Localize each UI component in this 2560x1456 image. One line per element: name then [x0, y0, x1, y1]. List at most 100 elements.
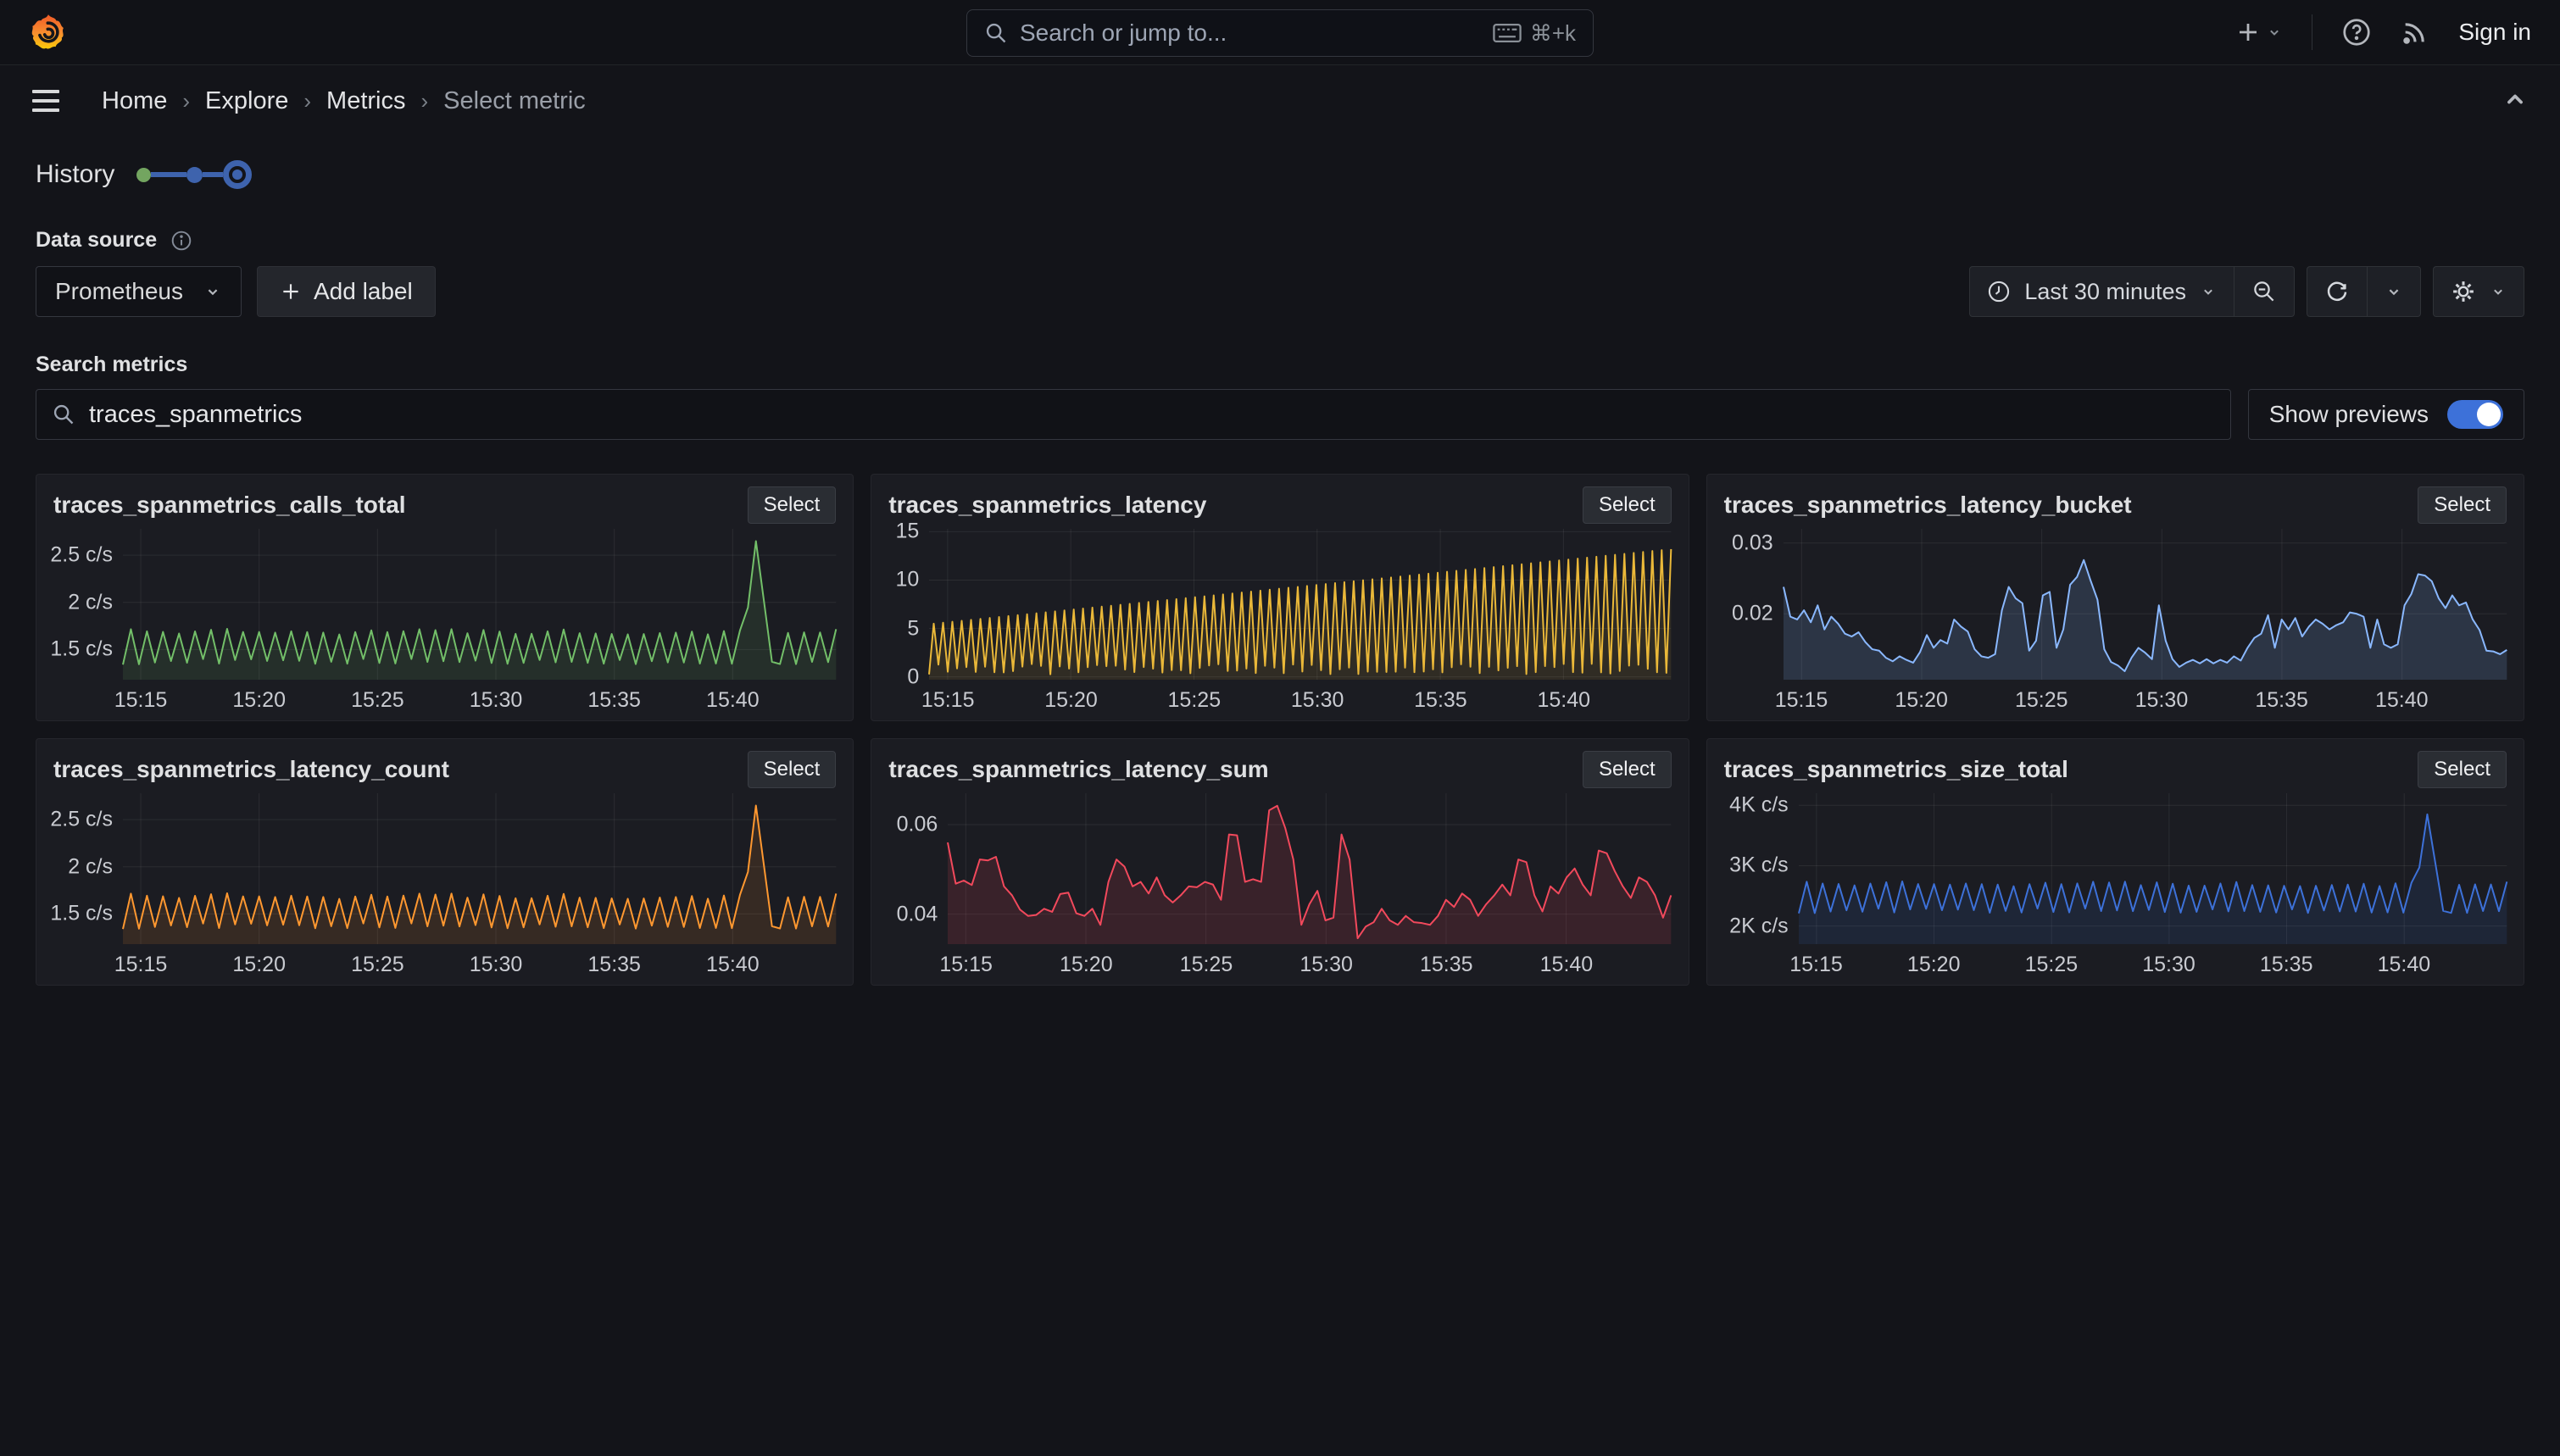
x-tick-label: 15:30 — [470, 953, 523, 977]
y-tick-label: 2.5 c/s — [50, 808, 113, 832]
metric-panel: traces_spanmetrics_latency Select 151050… — [871, 474, 1689, 721]
x-tick-label: 15:35 — [1420, 953, 1473, 977]
help-icon — [2341, 17, 2372, 47]
x-tick-label: 15:30 — [2135, 688, 2189, 713]
metric-panel: traces_spanmetrics_calls_total Select 2.… — [36, 474, 854, 721]
x-axis-labels: 15:1515:2015:2515:3015:3515:40 — [123, 944, 836, 978]
global-search-box[interactable]: ⌘+k — [966, 9, 1594, 57]
settings-button[interactable] — [2434, 267, 2524, 316]
select-metric-button[interactable]: Select — [2418, 486, 2507, 524]
x-tick-label: 15:35 — [2260, 953, 2313, 977]
plus-icon — [280, 281, 302, 303]
x-tick-label: 15:20 — [1895, 688, 1948, 713]
info-icon — [170, 230, 192, 252]
global-search-input[interactable] — [1020, 19, 1481, 47]
x-tick-label: 15:35 — [2255, 688, 2308, 713]
datasource-label: Data source — [36, 228, 157, 253]
breadcrumb-metrics[interactable]: Metrics — [326, 87, 405, 115]
new-menu-button[interactable] — [2235, 19, 2283, 45]
select-metric-button[interactable]: Select — [1583, 486, 1672, 524]
x-tick-label: 15:40 — [1540, 953, 1594, 977]
chevron-down-icon — [2490, 283, 2507, 300]
x-tick-label: 15:25 — [351, 953, 404, 977]
news-button[interactable] — [2401, 18, 2429, 47]
show-previews-toggle[interactable] — [2447, 400, 2503, 429]
collapse-section-button[interactable] — [2501, 85, 2529, 118]
x-tick-label: 15:15 — [1775, 688, 1828, 713]
metric-panel: traces_spanmetrics_latency_sum Select 0.… — [871, 738, 1689, 986]
x-tick-label: 15:20 — [232, 953, 286, 977]
chart-plot[interactable] — [123, 793, 836, 944]
y-tick-label: 4K c/s — [1729, 793, 1788, 818]
panel-title: traces_spanmetrics_latency_sum — [888, 751, 1268, 783]
y-tick-label: 0.02 — [1732, 602, 1773, 626]
add-label-text: Add label — [314, 278, 413, 305]
x-tick-label: 15:20 — [1060, 953, 1113, 977]
x-tick-label: 15:15 — [1789, 953, 1843, 977]
zoom-out-button[interactable] — [2234, 267, 2294, 316]
x-tick-label: 15:25 — [1168, 688, 1222, 713]
chart-plot[interactable] — [929, 529, 1671, 680]
chevron-up-icon — [2501, 85, 2529, 114]
history-step-dot[interactable] — [136, 168, 151, 182]
keyboard-icon — [1493, 22, 1522, 44]
x-tick-label: 15:35 — [587, 688, 641, 713]
x-tick-label: 15:20 — [1907, 953, 1961, 977]
x-tick-label: 15:20 — [1044, 688, 1098, 713]
metric-chart: 2.5 c/s2 c/s1.5 c/s 15:1515:2015:2515:30… — [53, 793, 836, 978]
settings-group — [2433, 266, 2524, 317]
select-metric-button[interactable]: Select — [2418, 751, 2507, 788]
chart-plot[interactable] — [1784, 529, 2507, 680]
x-tick-label: 15:15 — [939, 953, 993, 977]
select-metric-button[interactable]: Select — [748, 486, 837, 524]
search-icon — [984, 21, 1008, 45]
metric-search-input[interactable] — [89, 401, 2215, 429]
gear-icon — [2451, 279, 2476, 304]
main-content: History Data source Prometheus Add label — [0, 160, 2560, 986]
breadcrumb-separator-icon: › — [182, 88, 190, 114]
x-tick-label: 15:35 — [1414, 688, 1467, 713]
datasource-picker[interactable]: Prometheus — [36, 266, 242, 317]
history-step-dot[interactable] — [186, 167, 203, 183]
history-timeline[interactable] — [136, 160, 252, 189]
clock-icon — [1987, 280, 2011, 303]
refresh-interval-button[interactable] — [2367, 267, 2420, 316]
y-tick-label: 2K c/s — [1729, 914, 1788, 938]
time-range-button[interactable]: Last 30 minutes — [1970, 267, 2234, 316]
metric-chart: 151050 15:1515:2015:2515:3015:3515:40 — [888, 529, 1671, 714]
metric-search-box[interactable] — [36, 389, 2231, 440]
x-axis-labels: 15:1515:2015:2515:3015:3515:40 — [123, 680, 836, 714]
x-tick-label: 15:15 — [114, 688, 168, 713]
refresh-picker — [2307, 266, 2421, 317]
show-previews-control: Show previews — [2248, 389, 2524, 440]
history-label: History — [36, 160, 114, 189]
panel-title: traces_spanmetrics_calls_total — [53, 486, 406, 519]
select-metric-button[interactable]: Select — [1583, 751, 1672, 788]
y-tick-label: 0.06 — [897, 812, 938, 836]
show-previews-label: Show previews — [2269, 401, 2429, 428]
history-section: History — [36, 160, 2524, 189]
time-range-picker: Last 30 minutes — [1969, 266, 2295, 317]
select-metric-button[interactable]: Select — [748, 751, 837, 788]
help-button[interactable] — [2341, 17, 2372, 47]
grafana-logo-icon[interactable] — [29, 11, 68, 53]
refresh-button[interactable] — [2307, 267, 2367, 316]
plus-icon — [2235, 19, 2261, 45]
chart-plot[interactable] — [123, 529, 836, 680]
chart-plot[interactable] — [1799, 793, 2507, 944]
y-axis-labels: 2.5 c/s2 c/s1.5 c/s — [53, 529, 123, 680]
y-tick-label: 0.04 — [897, 902, 938, 926]
y-tick-label: 2.5 c/s — [50, 543, 113, 568]
chevron-down-icon — [2200, 283, 2217, 300]
add-label-button[interactable]: Add label — [257, 266, 436, 317]
breadcrumb-home[interactable]: Home — [102, 87, 167, 115]
sign-in-button[interactable]: Sign in — [2458, 19, 2531, 46]
y-axis-labels: 0.06 0.04 — [888, 793, 948, 944]
history-current-step[interactable] — [223, 160, 252, 189]
breadcrumb-explore[interactable]: Explore — [205, 87, 288, 115]
y-tick-label: 2 c/s — [68, 854, 113, 879]
y-tick-label: 0.03 — [1732, 531, 1773, 555]
menu-toggle-button[interactable] — [25, 83, 66, 119]
x-tick-label: 15:25 — [2025, 953, 2079, 977]
chart-plot[interactable] — [948, 793, 1671, 944]
